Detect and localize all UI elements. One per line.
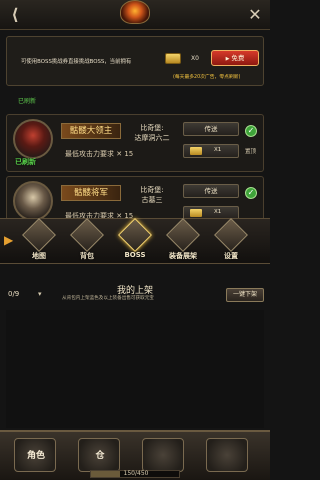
gear-icon bbox=[214, 218, 248, 252]
teleport-button[interactable]: 传送 bbox=[183, 122, 239, 136]
back-icon[interactable]: ⟨ bbox=[4, 5, 26, 25]
arrow-left-icon[interactable]: ▶ bbox=[4, 233, 13, 247]
play-icon: ▶ bbox=[225, 56, 230, 62]
boss-name: 骷髅将军 bbox=[61, 185, 121, 201]
boss-portrait bbox=[13, 181, 53, 221]
boss-location: 比奇堡: 达摩洞六二 bbox=[127, 123, 177, 143]
pin-label: 置顶 bbox=[245, 149, 257, 155]
shelf-icon bbox=[166, 218, 200, 252]
boss-location-line2: 达摩洞六二 bbox=[134, 134, 170, 142]
boss-requirement: 最低攻击力要求 ✕ 15 bbox=[65, 150, 134, 158]
nav-item-3[interactable] bbox=[142, 438, 184, 472]
shelf-description: 从背包内上架蓝色及以上装备出售可获取元宝 bbox=[62, 296, 154, 301]
nav-warehouse[interactable]: 仓 bbox=[78, 438, 120, 472]
unlist-all-button[interactable]: 一键下架 bbox=[226, 288, 264, 302]
boss-ticket-notice: 可使用BOSS挑战券直接挑战BOSS，当前拥有 X0 ▶ 免费 (每天最多20次广… bbox=[6, 36, 264, 86]
tab-boss-label: BOSS bbox=[124, 251, 146, 259]
tab-bag[interactable]: 背包 bbox=[68, 218, 106, 263]
free-button-label: 免费 bbox=[231, 54, 245, 62]
check-icon[interactable]: ✓ bbox=[245, 125, 257, 137]
check-icon[interactable]: ✓ bbox=[245, 187, 257, 199]
boss-location: 比奇堡: 古墓三 bbox=[127, 185, 177, 205]
boss-card: 已刷新 骷髅大领主 比奇堡: 达摩洞六二 最低攻击力要求 ✕ 15 传送 X1 … bbox=[6, 114, 264, 172]
map-icon bbox=[22, 218, 56, 252]
bag-icon bbox=[70, 218, 104, 252]
tab-equipment-shelf-label: 装备展架 bbox=[169, 252, 197, 260]
tab-map[interactable]: 地图 bbox=[20, 218, 58, 263]
tab-bag-label: 背包 bbox=[80, 252, 94, 260]
nav-character-label: 角色 bbox=[26, 451, 45, 461]
peek-status: 已刷新 bbox=[18, 98, 37, 105]
nav-warehouse-label: 仓 bbox=[95, 451, 105, 461]
ticket-challenge-button[interactable]: X1 bbox=[183, 144, 239, 158]
ticket-icon bbox=[165, 53, 181, 64]
close-icon[interactable]: ✕ bbox=[244, 5, 266, 25]
ticket-icon bbox=[190, 147, 202, 155]
ticket-cost: X1 bbox=[214, 209, 222, 215]
exp-text: 150/450 bbox=[123, 470, 149, 477]
shelf-count: 0/9 bbox=[8, 290, 20, 298]
boss-portrait bbox=[13, 119, 53, 159]
boss-icon bbox=[118, 218, 152, 252]
boss-location-line1: 比奇堡: bbox=[140, 186, 164, 194]
ticket-count: X0 bbox=[191, 55, 199, 62]
free-button[interactable]: ▶ 免费 bbox=[211, 50, 259, 66]
ticket-icon bbox=[190, 209, 202, 217]
free-note: (每天最多20次广告，零点刷新) bbox=[173, 75, 241, 80]
refreshed-label: 已刷新 bbox=[15, 158, 36, 166]
nav-character[interactable]: 角色 bbox=[14, 438, 56, 472]
tab-settings-label: 设置 bbox=[224, 252, 238, 260]
flame-emblem-icon bbox=[120, 0, 150, 24]
feature-icon-bar: ▶ 地图 背包 BOSS 装备展架 设置 bbox=[0, 218, 270, 264]
shelf-list bbox=[6, 310, 264, 428]
boss-name: 骷髅大领主 bbox=[61, 123, 121, 139]
tab-boss[interactable]: BOSS bbox=[116, 218, 154, 263]
top-bar: ⟨ ✕ bbox=[0, 0, 270, 30]
chevron-down-icon[interactable]: ▾ bbox=[38, 290, 42, 298]
exp-bar: 150/450 bbox=[90, 470, 180, 478]
nav-item-4[interactable] bbox=[206, 438, 248, 472]
tab-equipment-shelf[interactable]: 装备展架 bbox=[164, 218, 202, 263]
boss-location-line1: 比奇堡: bbox=[140, 124, 164, 132]
tab-settings[interactable]: 设置 bbox=[212, 218, 250, 263]
teleport-button[interactable]: 传送 bbox=[183, 184, 239, 198]
boss-location-line2: 古墓三 bbox=[141, 196, 163, 204]
notice-text: 可使用BOSS挑战券直接挑战BOSS，当前拥有 bbox=[21, 59, 132, 65]
tab-map-label: 地图 bbox=[32, 252, 46, 260]
ticket-cost: X1 bbox=[214, 147, 222, 153]
